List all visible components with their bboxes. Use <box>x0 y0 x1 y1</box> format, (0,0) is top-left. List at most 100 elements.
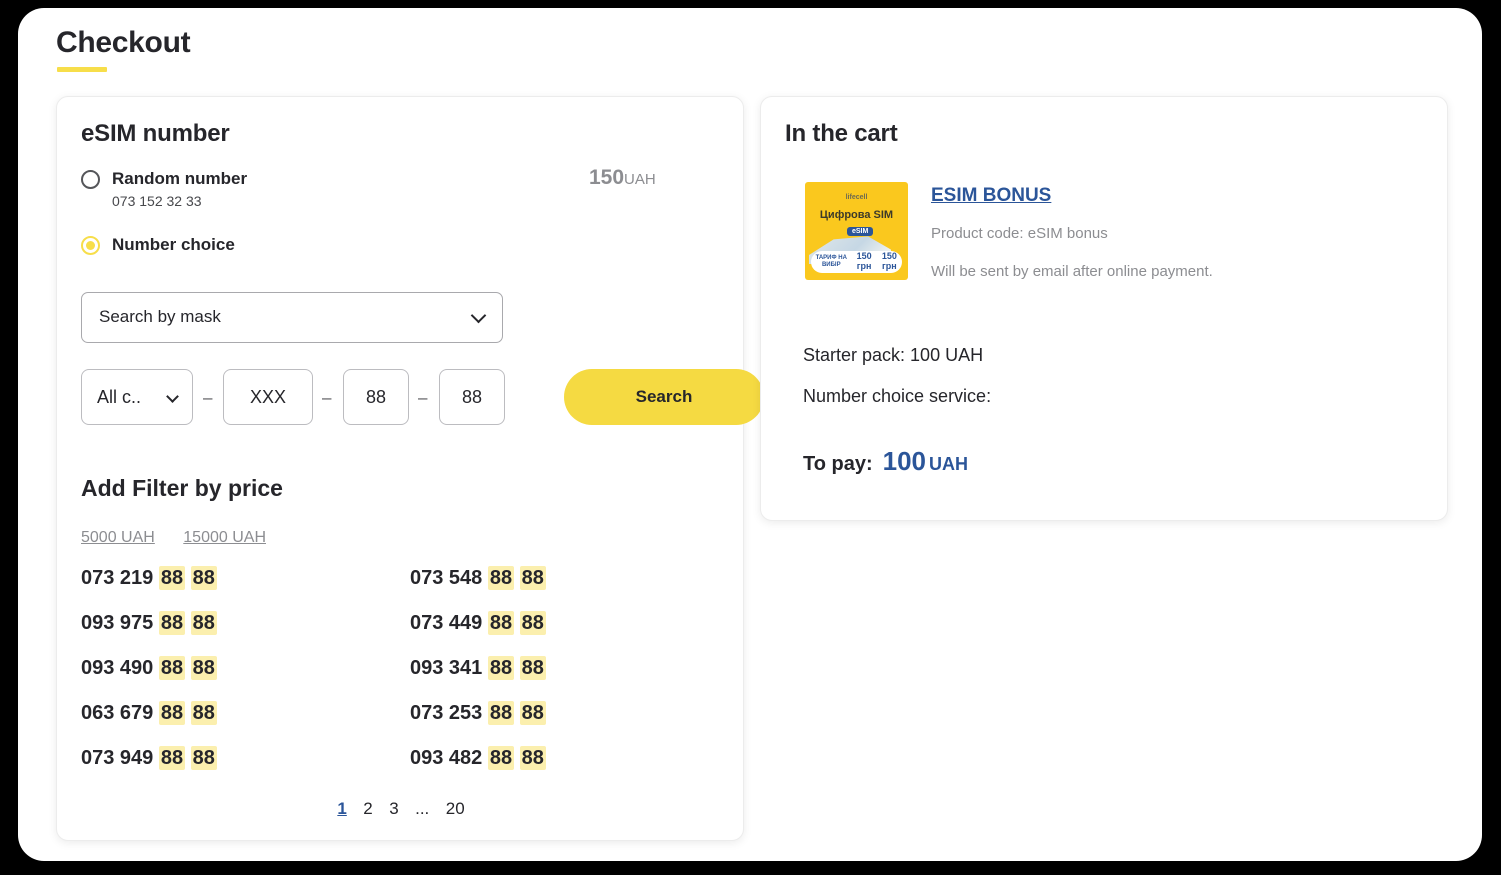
starter-pack-line: Starter pack: 100 UAH <box>803 345 984 365</box>
mask-part2-value: 88 <box>365 387 387 407</box>
title-underline-accent <box>57 67 107 72</box>
number-choice-service-line: Number choice service: <box>803 386 992 406</box>
number-highlight: 88 <box>487 611 515 635</box>
number-prefix: 073 253 <box>410 702 483 724</box>
pagination: 1 2 3 ... 20 <box>81 799 721 819</box>
operator-value: All c.. <box>97 387 142 407</box>
number-highlight: 88 <box>487 566 515 590</box>
number-column-left: 073 219 88 88 093 975 88 88 093 490 88 8… <box>81 566 217 792</box>
number-highlight: 88 <box>158 701 186 725</box>
radio-selected-icon[interactable] <box>81 236 100 255</box>
list-item[interactable]: 073 219 88 88 <box>81 566 217 612</box>
esim-number-card: eSIM number Random number 073 152 32 33 … <box>56 96 764 841</box>
random-price-amount: 150 <box>589 166 625 189</box>
pagination-page-last[interactable]: 20 <box>446 799 465 819</box>
number-highlight: 88 <box>487 746 515 770</box>
number-highlight: 88 <box>190 566 217 590</box>
random-price-currency: UAH <box>624 171 656 188</box>
mask-part3-input[interactable]: 88 <box>439 369 505 425</box>
number-highlight: 88 <box>487 656 515 680</box>
page-title: Checkout <box>56 26 191 59</box>
list-item[interactable]: 073 449 88 88 <box>410 611 546 657</box>
to-pay-row: To pay: 100 UAH <box>803 446 968 477</box>
number-prefix: 063 679 <box>81 702 154 724</box>
esim-card-title: eSIM number <box>81 120 230 147</box>
number-highlight: 88 <box>158 656 186 680</box>
search-button[interactable]: Search <box>564 369 764 425</box>
cart-item-delivery-note: Will be sent by email after online payme… <box>931 263 1213 280</box>
list-item[interactable]: 093 341 88 88 <box>410 656 546 702</box>
number-prefix: 093 482 <box>410 747 483 769</box>
filter-link-5000[interactable]: 5000 UAH <box>81 529 155 547</box>
number-highlight: 88 <box>190 701 217 725</box>
thumbnail-title: Цифрова SIM <box>819 209 894 221</box>
product-thumbnail: lifecell Цифрова SIM eSIM ТАРИФ НА ВИБІР… <box>805 182 908 280</box>
cart-card: In the cart lifecell Цифрова SIM eSIM ТА… <box>760 96 1448 521</box>
brand-logo: lifecell <box>845 194 868 201</box>
pagination-page-3[interactable]: 3 <box>389 799 398 819</box>
radio-label-number-choice: Number choice <box>112 235 235 254</box>
mask-part1-value: XXX <box>249 387 287 407</box>
operator-select[interactable]: All c.. <box>81 369 193 425</box>
random-number-value: 073 152 32 33 <box>112 193 202 209</box>
list-item[interactable]: 093 975 88 88 <box>81 611 217 657</box>
number-prefix: 073 449 <box>410 612 483 634</box>
number-prefix: 073 949 <box>81 747 154 769</box>
list-item[interactable]: 073 548 88 88 <box>410 566 546 612</box>
app-window: Checkout eSIM number Random number 073 1… <box>18 8 1482 861</box>
to-pay-amount: 100 <box>882 446 927 476</box>
filter-section-title: Add Filter by price <box>81 475 283 501</box>
filter-link-15000[interactable]: 15000 UAH <box>183 529 266 547</box>
thumbnail-tariff-label: ТАРИФ НА ВИБІР <box>815 255 847 268</box>
mask-separator: – <box>203 388 213 407</box>
cart-item-code: Product code: eSIM bonus <box>931 225 1108 242</box>
esim-badge: eSIM <box>847 227 874 236</box>
list-item[interactable]: 093 482 88 88 <box>410 746 546 792</box>
to-pay-currency: UAH <box>929 454 969 474</box>
thumbnail-price-1: 150 грн <box>856 251 872 271</box>
pagination-page-1[interactable]: 1 <box>337 799 346 819</box>
number-column-right: 073 548 88 88 073 449 88 88 093 341 88 8… <box>410 566 546 792</box>
filter-links: 5000 UAH 15000 UAH <box>81 529 290 547</box>
pagination-ellipsis: ... <box>415 799 430 818</box>
list-item[interactable]: 073 949 88 88 <box>81 746 217 792</box>
number-highlight: 88 <box>519 566 546 590</box>
mask-part3-value: 88 <box>461 387 483 407</box>
number-highlight: 88 <box>487 701 515 725</box>
number-highlight: 88 <box>158 746 186 770</box>
pagination-page-2[interactable]: 2 <box>363 799 372 819</box>
number-prefix: 093 341 <box>410 657 483 679</box>
radio-unselected-icon[interactable] <box>81 170 100 189</box>
number-highlight: 88 <box>158 566 186 590</box>
number-highlight: 88 <box>190 611 217 635</box>
mask-part2-input[interactable]: 88 <box>343 369 409 425</box>
number-highlight: 88 <box>519 746 546 770</box>
number-highlight: 88 <box>519 611 546 635</box>
number-prefix: 093 490 <box>81 657 154 679</box>
cart-item-name-link[interactable]: ESIM BONUS <box>931 185 1051 207</box>
chevron-down-icon <box>166 390 179 403</box>
number-highlight: 88 <box>519 701 546 725</box>
number-highlight: 88 <box>190 746 217 770</box>
thumbnail-price-bar: ТАРИФ НА ВИБІР 150 грн 150 грн <box>811 251 902 273</box>
number-prefix: 073 548 <box>410 567 483 589</box>
thumbnail-price-2: 150 грн <box>881 251 897 271</box>
radio-label-random-number: Random number <box>112 169 248 188</box>
number-highlight: 88 <box>158 611 186 635</box>
mask-separator: – <box>322 388 332 407</box>
to-pay-label: To pay: <box>803 453 873 475</box>
list-item[interactable]: 063 679 88 88 <box>81 701 217 747</box>
number-highlight: 88 <box>519 656 546 680</box>
mask-separator: – <box>418 388 428 407</box>
chevron-down-icon <box>470 307 487 324</box>
number-prefix: 093 975 <box>81 612 154 634</box>
list-item[interactable]: 073 253 88 88 <box>410 701 546 747</box>
search-mode-select[interactable]: Search by mask <box>81 292 503 343</box>
list-item[interactable]: 093 490 88 88 <box>81 656 217 702</box>
cart-card-title: In the cart <box>785 120 898 147</box>
number-highlight: 88 <box>190 656 217 680</box>
search-mode-value: Search by mask <box>99 307 221 326</box>
mask-part1-input[interactable]: XXX <box>223 369 313 425</box>
random-number-price: 150UAH <box>589 166 656 190</box>
number-prefix: 073 219 <box>81 567 154 589</box>
